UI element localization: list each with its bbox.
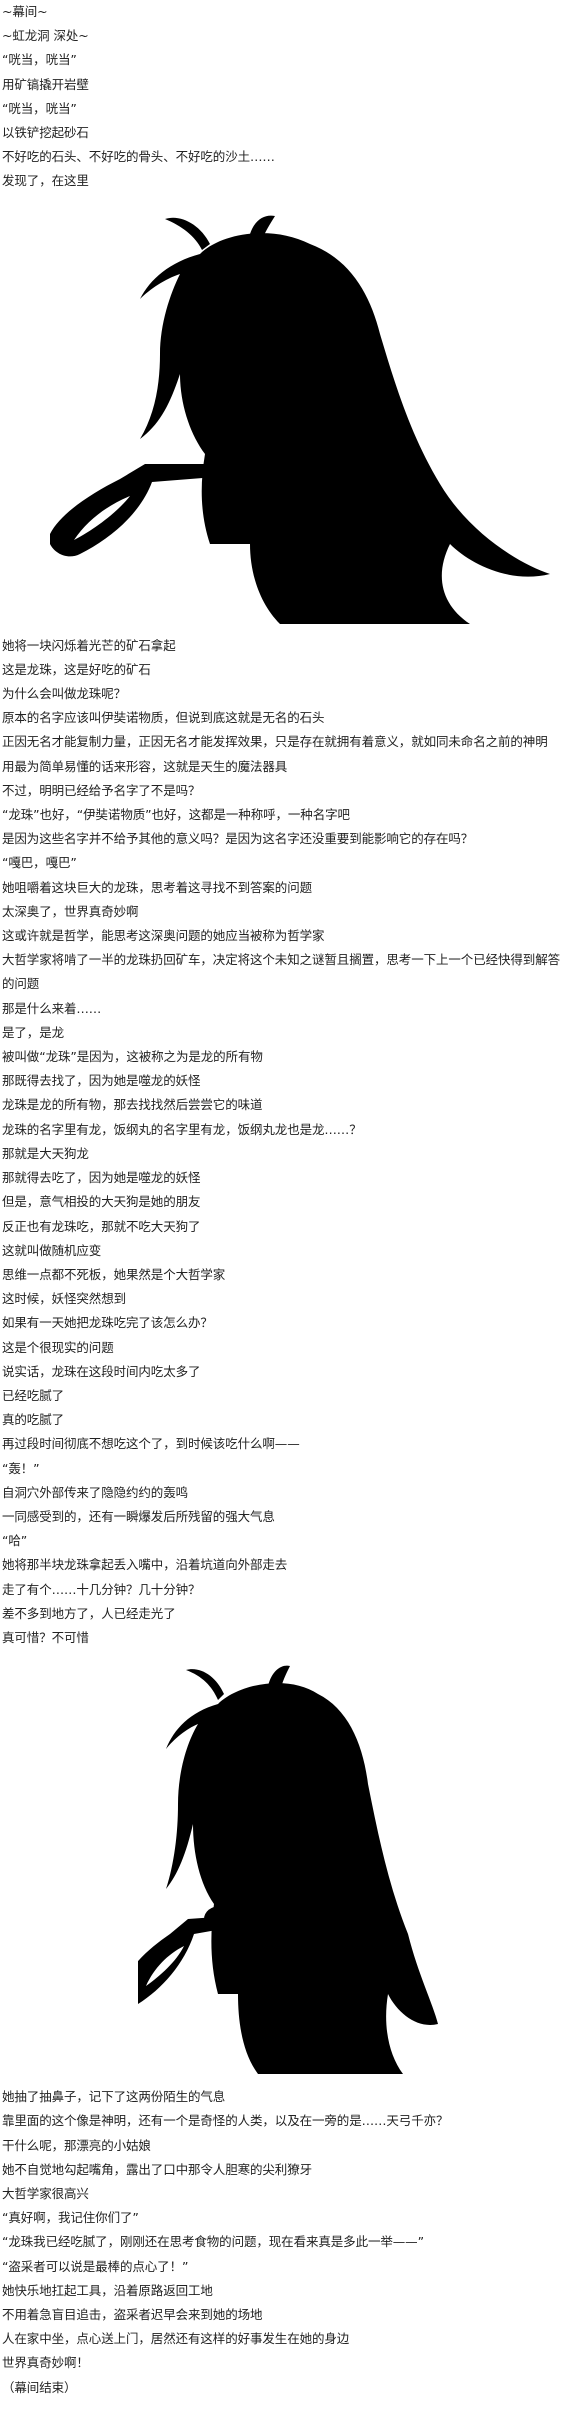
ending-section: 她抽了抽鼻子，记下了这两份陌生的气息靠里面的这个像是神明，还有一个是奇怪的人类，… [0,2085,568,2400]
intro-section: ~幕间~ ~虹龙洞 深处~ “咣当，咣当” 用矿镐撬开岩壁 “咣当，咣当” 以铁铲挖起砂石… [0,0,568,194]
text-line: 原本的名字应该叫伊奘诺物质，但说到底这就是无名的石头 [2,710,325,726]
text-line: “轰！” [2,1460,40,1476]
text-line: 她不自觉地勾起嘴角，露出了口中那令人胆寒的尖利獠牙 [2,2161,313,2177]
text-line: ~虹龙洞 深处~ [2,28,89,44]
text-line: 一同感受到的，还有一瞬爆发后所残留的强大气息 [2,1508,275,1524]
text-line: “咣当，咣当” [2,100,77,116]
text-line: 真的吃腻了 [2,1412,65,1428]
text-line: 这就叫做随机应变 [2,1242,102,1258]
text-line: 这或许就是哲学，能思考这深奥问题的她应当被称为哲学家 [2,928,325,944]
text-line: 如果有一天她把龙珠吃完了该怎么办？ [2,1315,213,1331]
text-line: 是因为这些名字并不给予其他的意义吗？是因为这名字还没重要到能影响它的存在吗？ [2,831,474,847]
text-line: “龙珠我已经吃腻了，刚刚还在思考食物的问题，现在看来真是多此一举——” [2,2234,424,2250]
text-line: 这是个很现实的问题 [2,1339,114,1355]
text-line: 用最为简单易懂的话来形容，这就是天生的魔法器具 [2,758,288,774]
text-line: 干什么呢，那漂亮的小姑娘 [2,2137,151,2153]
text-line: （幕间结束） [2,2379,77,2395]
text-line: 她快乐地扛起工具，沿着原路返回工地 [2,2282,213,2298]
text-line: 再过段时间彻底不想吃这个了，到时候该吃什么啊—— [2,1436,300,1452]
text-line: 自洞穴外部传来了隐隐约约的轰鸣 [2,1484,189,1500]
text-line: 不用着急盲目追击，盗采者迟早会来到她的场地 [2,2306,263,2322]
text-line: 差不多到地方了，人已经走光了 [2,1605,176,1621]
text-line: 太深奥了，世界真奇妙啊 [2,903,139,919]
text-line: “嘎巴，嘎巴” [2,855,77,871]
text-line: 这时候，妖怪突然想到 [2,1291,127,1307]
text-line: “咣当，咣当” [2,52,77,68]
text-line: 她将一块闪烁着光芒的矿石拿起 [2,637,176,653]
text-line: 她抽了抽鼻子，记下了这两份陌生的气息 [2,2089,226,2105]
text-line: 大哲学家很高兴 [2,2185,89,2201]
text-line: 思维一点都不死板，她果然是个大哲学家 [2,1266,226,1282]
text-line: 不好吃的石头、不好吃的骨头、不好吃的沙土…… [2,149,275,165]
text-line: 人在家中坐，点心送上门，居然还有这样的好事发生在她的身边 [2,2331,350,2347]
text-line: 龙珠的名字里有龙，饭纲丸的名字里有龙，饭纲丸龙也是龙……？ [2,1121,362,1137]
middle-section: 她将一块闪烁着光芒的矿石拿起 这是龙珠，这是好吃的矿石 为什么会叫做龙珠呢？ 原本的名… [0,634,568,1651]
text-line: 那既得去找了，因为她是噬龙的妖怪 [2,1073,201,1089]
text-line: “哈” [2,1533,28,1549]
illustration-2 [0,1650,568,2085]
text-line: 龙珠是龙的所有物，那去找找然后尝尝它的味道 [2,1097,263,1113]
text-line: 反正也有龙珠吃，那就不吃大天狗了 [2,1218,201,1234]
illustration-1 [0,194,568,634]
text-line: 说实话，龙珠在这段时间内吃太多了 [2,1363,201,1379]
text-line: 靠里面的这个像是神明，还有一个是奇怪的人类，以及在一旁的是……天弓千亦？ [2,2113,449,2129]
text-line: 她咀嚼着这块巨大的龙珠，思考着这寻找不到答案的问题 [2,879,313,895]
text-line: 大哲学家将啃了一半的龙珠扔回矿车，决定将这个未知之谜暂且搁置，思考一下上一个已经… [2,952,561,992]
text-line: 不过，明明已经给予名字了不是吗？ [2,782,201,798]
girl-with-shovel-silhouette-icon [138,1665,438,2075]
text-line: ~幕间~ [2,4,48,19]
text-line: 走了有个……十几分钟？几十分钟？ [2,1581,201,1597]
text-line: 但是，意气相投的大天狗是她的朋友 [2,1194,201,1210]
text-line: 正因无名才能复制力量，正因无名才能发挥效果，只是存在就拥有着意义，就如同未命名之… [2,734,548,750]
text-line: 那是什么来着…… [2,1000,102,1016]
text-line: 已经吃腻了 [2,1387,65,1403]
text-line: 为什么会叫做龙珠呢？ [2,686,127,702]
text-line: 那就是大天狗龙 [2,1145,89,1161]
text-line: 真可惜？不可惜 [2,1629,89,1645]
text-line: “盗采者可以说是最棒的点心了！” [2,2258,189,2274]
text-line: 被叫做“龙珠”是因为，这被称之为是龙的所有物 [2,1049,263,1065]
text-line: 世界真奇妙啊！ [2,2355,89,2371]
text-line: “真好啊，我记住你们了” [2,2210,139,2226]
text-line: 那就得去吃了，因为她是噬龙的妖怪 [2,1170,201,1186]
girl-with-shovel-silhouette-icon [50,215,550,624]
text-line: 是了，是龙 [2,1024,65,1040]
text-line: 用矿镐撬开岩壁 [2,76,89,92]
text-line: 以铁铲挖起砂石 [2,125,89,141]
text-line: “龙珠”也好，“伊奘诺物质”也好，这都是一种称呼，一种名字吧 [2,807,350,823]
text-line: 这是龙珠，这是好吃的矿石 [2,661,151,677]
text-line: 她将那半块龙珠拿起丢入嘴中，沿着坑道向外部走去 [2,1557,288,1573]
text-line: 发现了，在这里 [2,173,89,189]
